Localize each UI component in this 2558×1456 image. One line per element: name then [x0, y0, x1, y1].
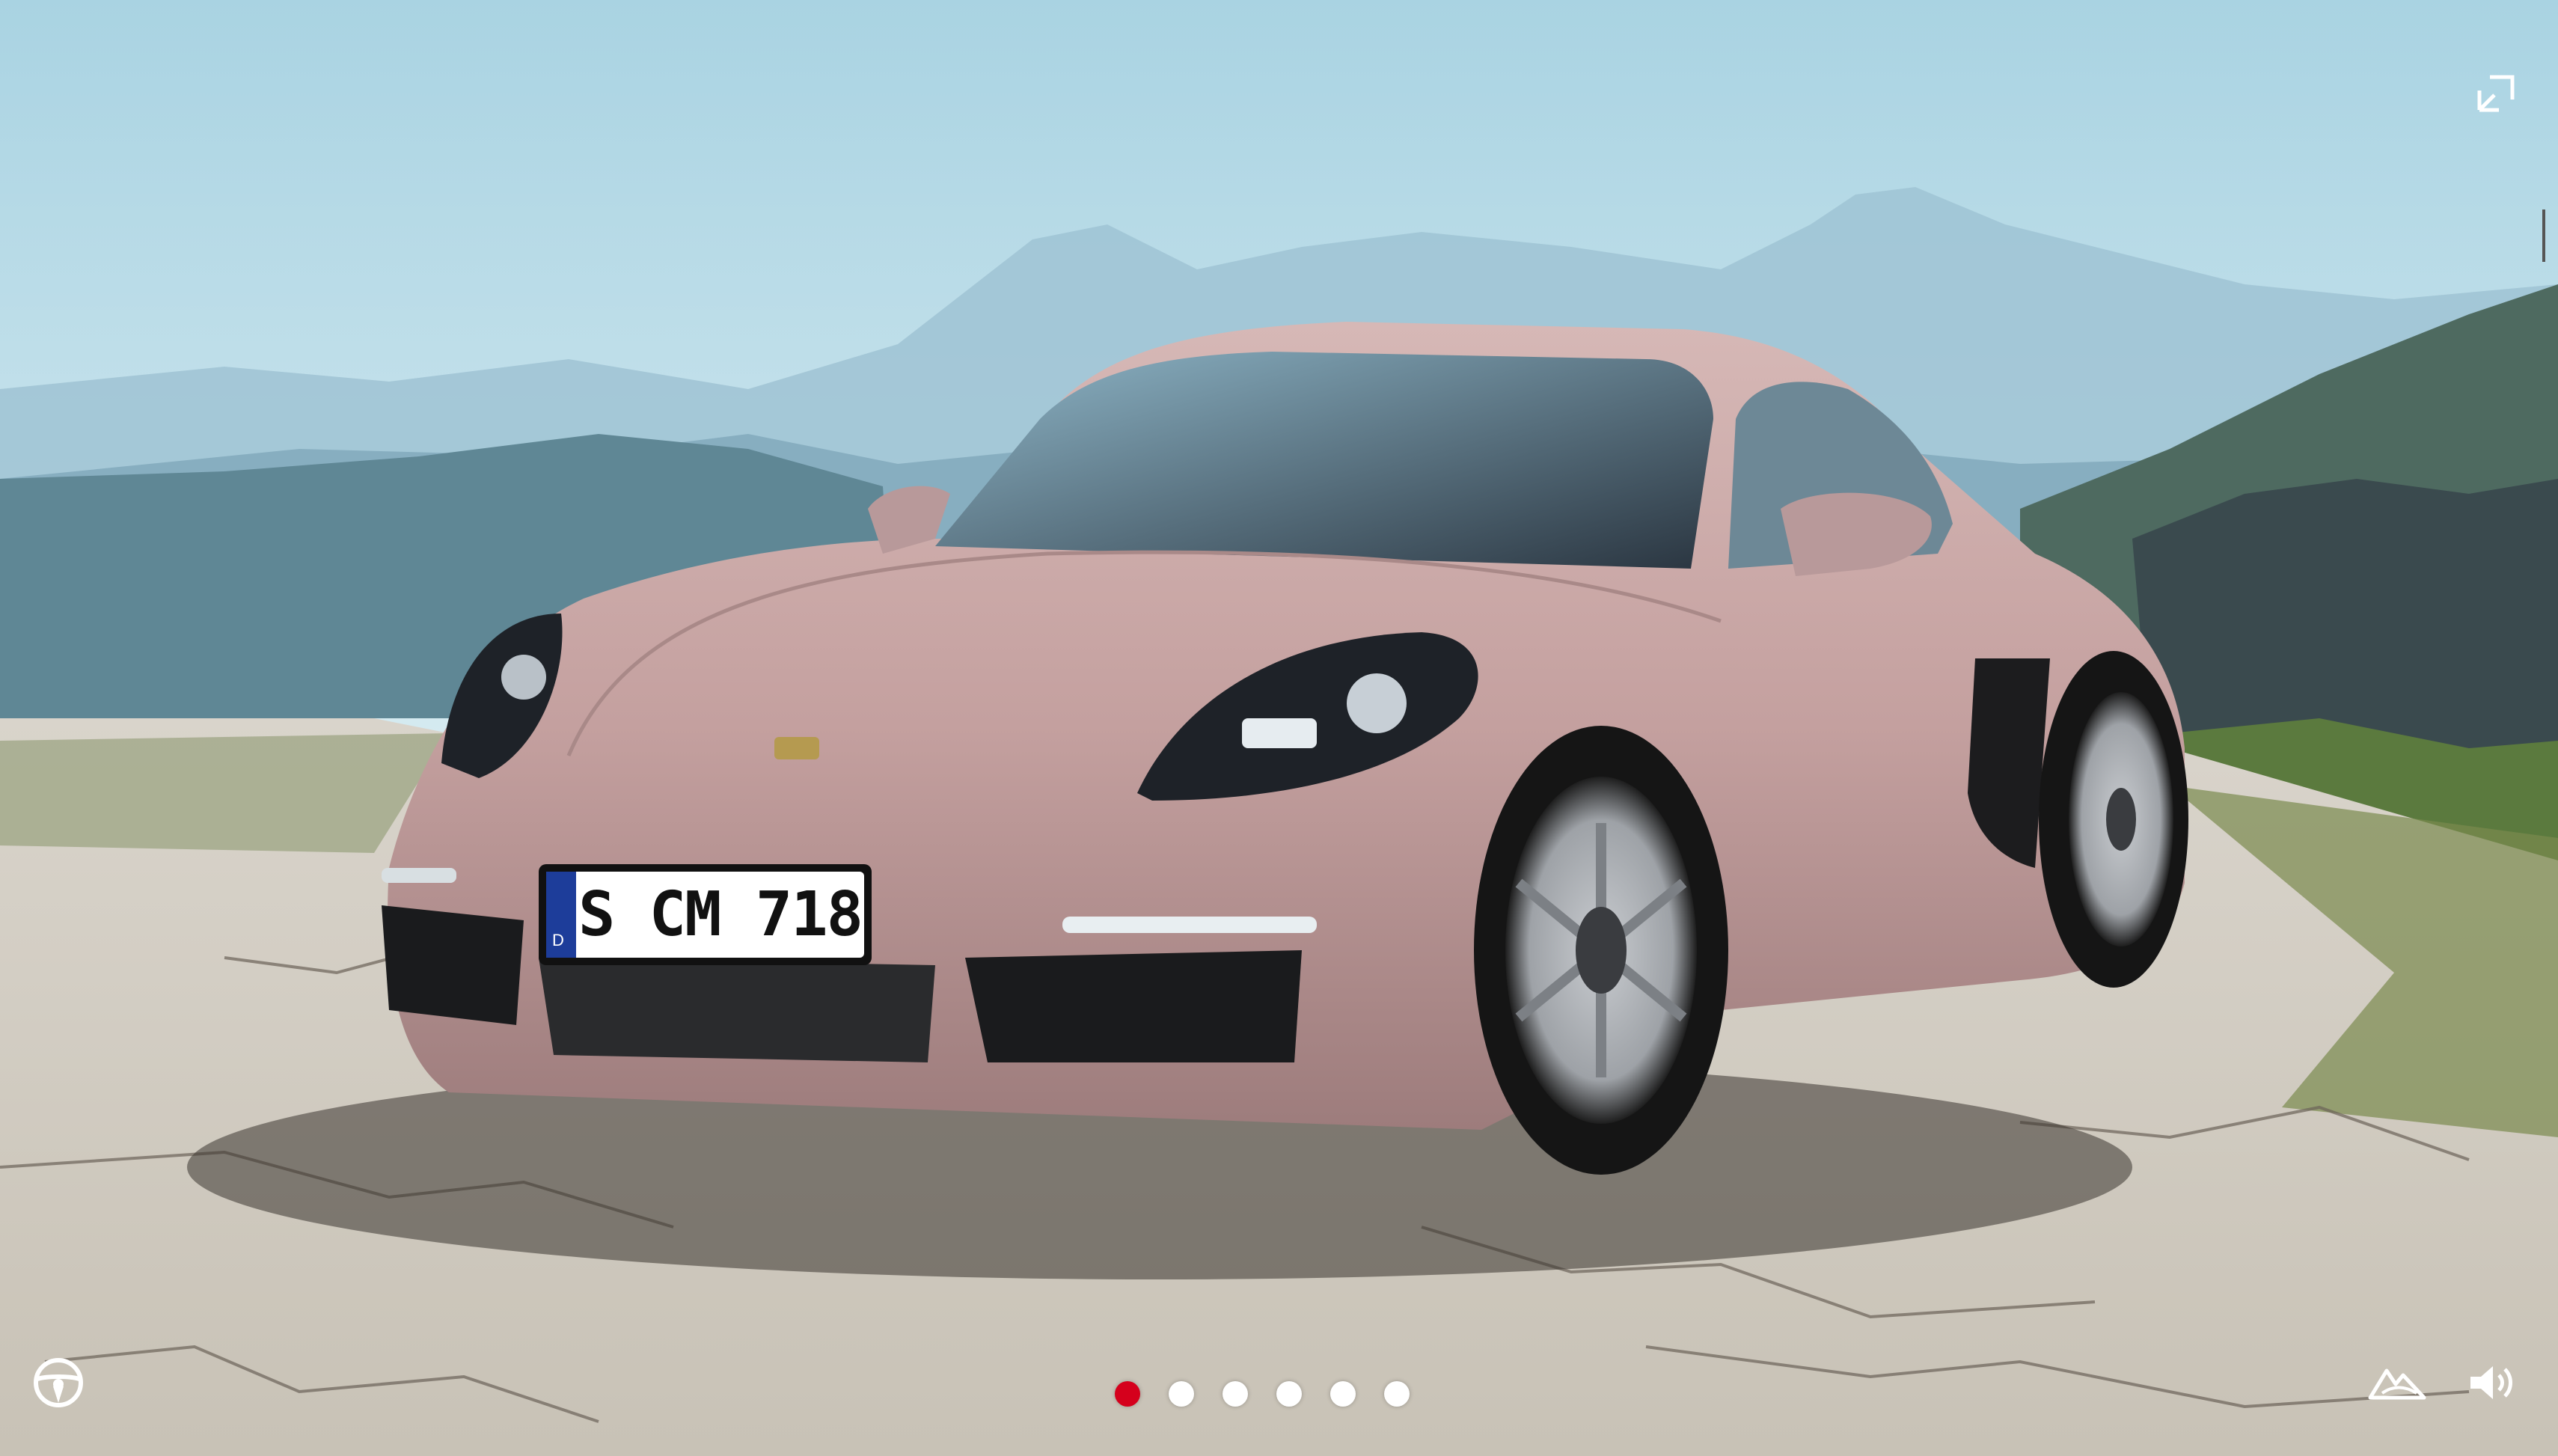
license-plate-number: S CM 718 — [578, 879, 863, 950]
sound-button[interactable] — [2461, 1353, 2524, 1413]
landscape-icon — [2368, 1368, 2426, 1400]
fullscreen-button[interactable] — [2470, 67, 2522, 120]
gallery-pagination — [1115, 1381, 1410, 1407]
pagination-dot-4[interactable] — [1276, 1381, 1302, 1407]
interior-view-button[interactable] — [28, 1353, 88, 1413]
car-photo-scene — [0, 0, 2558, 1456]
pagination-dot-1[interactable] — [1115, 1381, 1140, 1407]
license-plate-country: D — [552, 931, 564, 949]
speaker-icon — [2470, 1366, 2512, 1399]
pagination-dot-5[interactable] — [1330, 1381, 1356, 1407]
license-plate: D S CM 718 — [543, 869, 867, 961]
environment-button[interactable] — [2363, 1353, 2431, 1413]
pagination-dot-6[interactable] — [1384, 1381, 1410, 1407]
steering-wheel-icon — [34, 1358, 83, 1407]
pagination-dot-2[interactable] — [1169, 1381, 1194, 1407]
pagination-dot-3[interactable] — [1223, 1381, 1248, 1407]
car-image-viewer: D S CM 718 — [0, 0, 2558, 1456]
expand-icon — [2477, 75, 2515, 112]
